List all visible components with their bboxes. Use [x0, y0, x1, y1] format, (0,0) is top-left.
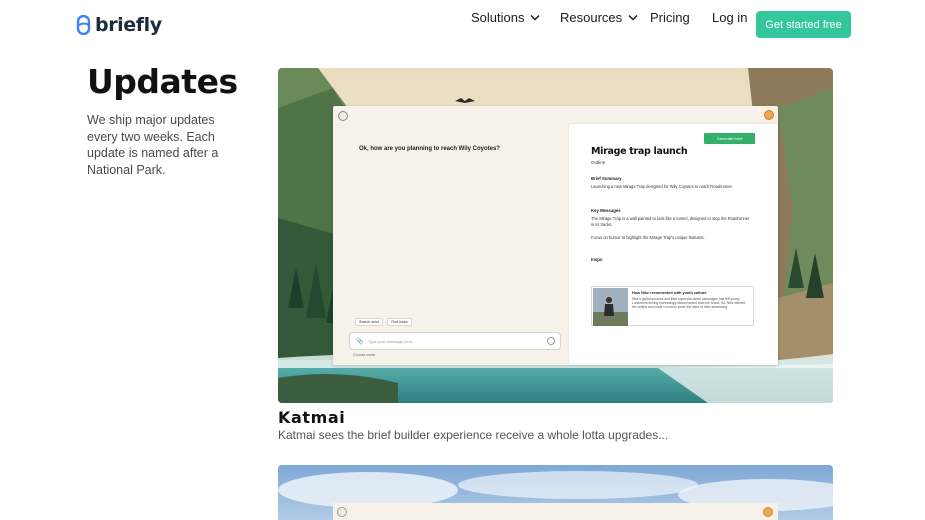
find-inspo-chip: Find inspo [387, 318, 412, 326]
nav-pricing[interactable]: Pricing [650, 10, 690, 25]
key-messages-text-1: The Mirage Trap is a wall painted to loo… [591, 216, 750, 227]
inspo-card: How Nike reconnected with youth culture … [591, 286, 754, 326]
brief-title: Mirage trap launch [591, 146, 688, 157]
update-description: Katmai sees the brief builder experience… [278, 428, 669, 442]
send-icon [547, 337, 555, 345]
inspo-heading: Inspo [591, 257, 603, 262]
login-link[interactable]: Log in [712, 10, 747, 25]
generate-brief-button: Generate brief [704, 133, 755, 144]
search-drive-chip: Search drive [355, 318, 384, 326]
app-screenshot: Ok, how are you planning to reach Wily C… [333, 106, 778, 365]
sky-illustration [278, 465, 833, 520]
brief-document: Generate brief Mirage trap launch Outlin… [569, 110, 778, 365]
avatar [338, 111, 348, 121]
brand-logo[interactable]: briefly [76, 14, 162, 36]
update-hero-image[interactable] [278, 465, 833, 520]
choose-mode: Choose mode [353, 353, 376, 357]
message-input: 📎 Type your message here... [349, 332, 561, 350]
nav-solutions[interactable]: Solutions [471, 9, 541, 25]
logo-text: briefly [95, 14, 162, 36]
message-placeholder: Type your message here... [368, 339, 416, 344]
nav-resources[interactable]: Resources [560, 10, 638, 25]
chat-chips: Search drive Find inspo [355, 318, 412, 326]
briefly-logo-icon [76, 15, 91, 35]
intro-text: We ship major updates every two weeks. E… [87, 113, 219, 177]
paperclip-icon: 📎 [356, 339, 364, 345]
key-messages-heading: Key Messages [591, 208, 621, 213]
nav-resources-label: Resources [560, 9, 623, 25]
chevron-down-icon [530, 14, 541, 21]
chat-question: Ok, how are you planning to reach Wily C… [359, 146, 500, 152]
nav-pricing-label: Pricing [650, 9, 690, 25]
inspo-thumbnail [593, 288, 628, 326]
chevron-down-icon [628, 14, 638, 21]
update-hero-image[interactable]: Ok, how are you planning to reach Wily C… [278, 68, 833, 403]
inspo-card-title: How Nike reconnected with youth culture [632, 291, 707, 295]
avatar [764, 110, 774, 120]
key-messages-text-2: Focus on humor to highlight the Mirage T… [591, 235, 705, 240]
brief-summary-heading: Brief Summary [591, 176, 622, 181]
login-label: Log in [712, 9, 748, 25]
nav-solutions-label: Solutions [471, 9, 525, 25]
get-started-button[interactable]: Get started free [756, 11, 851, 38]
brief-summary-text: Launching a new Mirage Trap designed for… [591, 184, 733, 189]
inspo-card-text: Nike's global success and their supersta… [632, 297, 746, 310]
update-title[interactable]: Katmai [278, 408, 345, 427]
brief-outline-label: Outline [591, 160, 606, 165]
page-title: Updates [87, 62, 238, 101]
